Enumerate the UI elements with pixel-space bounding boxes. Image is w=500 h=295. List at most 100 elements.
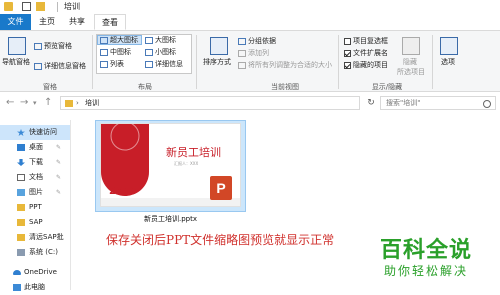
preview-pane-button[interactable]: 预览窗格 — [34, 41, 72, 51]
nav-label: PPT — [29, 203, 42, 211]
file-extensions-toggle[interactable]: 文件扩展名 — [344, 48, 388, 58]
tab-share[interactable]: 共享 — [62, 14, 92, 30]
tab-home[interactable]: 主页 — [33, 14, 61, 30]
title-bar: 培训 — [0, 0, 500, 14]
layout-xl-icons[interactable]: 超大图标 — [100, 35, 138, 45]
recent-chevron-icon[interactable]: ▾ — [33, 97, 37, 109]
nav-item-pictures[interactable]: 图片 ✎ — [0, 185, 70, 200]
layout-list[interactable]: 列表 — [100, 59, 124, 69]
desktop-icon — [17, 144, 25, 151]
fit-columns-icon — [238, 61, 246, 69]
hide-selected-icon — [402, 37, 420, 55]
nav-item-ppt[interactable]: PPT — [0, 200, 70, 215]
address-field[interactable]: › 培训 — [60, 96, 360, 110]
group-by-button[interactable]: 分组依据 — [238, 36, 276, 46]
refresh-icon[interactable]: ↻ — [364, 96, 378, 110]
checkbox[interactable] — [344, 61, 351, 69]
up-icon[interactable]: ↑ — [44, 97, 52, 109]
nav-item-desktop[interactable]: 桌面 ✎ — [0, 140, 70, 155]
forward-icon[interactable]: → — [20, 97, 28, 109]
nav-label: 文档 — [29, 173, 43, 181]
nav-item-documents[interactable]: 文档 ✎ — [0, 170, 70, 185]
nav-item-sap[interactable]: SAP — [0, 215, 70, 230]
window-title: 培训 — [64, 2, 80, 11]
nav-label: 图片 — [29, 188, 43, 196]
preview-pane-label: 预览窗格 — [44, 42, 72, 50]
new-folder-icon[interactable] — [36, 2, 45, 11]
nav-label: 桌面 — [29, 143, 43, 151]
nav-label: 下载 — [29, 158, 43, 166]
fit-columns-button[interactable]: 将所有列调整为合适的大小 — [238, 60, 332, 70]
group-label-layout: 布局 — [138, 83, 152, 91]
star-icon — [17, 129, 25, 136]
layout-medium-icons[interactable]: 中图标 — [100, 47, 131, 57]
address-path: 培训 — [85, 99, 99, 107]
tab-file[interactable]: 文件 — [0, 14, 31, 30]
hide-selected-button[interactable]: 隐藏 — [403, 57, 417, 67]
hidden-items-toggle[interactable]: 隐藏的项目 — [344, 60, 388, 70]
list-icon — [100, 60, 108, 68]
checkbox[interactable] — [344, 49, 351, 57]
layout-label: 详细信息 — [155, 60, 183, 68]
nav-label: SAP — [29, 218, 43, 226]
details-pane-label: 详细信息窗格 — [44, 62, 86, 70]
details-pane-icon — [34, 62, 42, 70]
add-column-button[interactable]: 添加列 — [238, 48, 269, 58]
checkbox-label: 文件扩展名 — [353, 49, 388, 57]
options-button[interactable]: 选项 — [441, 57, 455, 67]
layout-label: 超大图标 — [110, 36, 138, 44]
watermark-subtitle: 助你轻松解决 — [384, 264, 469, 278]
nav-label: 清远SAP批 — [29, 233, 64, 241]
add-column-icon — [238, 49, 246, 57]
group-label-panes: 窗格 — [43, 83, 57, 91]
document-icon — [17, 174, 25, 181]
slide-preview: P 新员工培训 汇报人：XXX 2018 — [100, 123, 241, 207]
fit-columns-label: 将所有列调整为合适的大小 — [248, 61, 332, 69]
address-bar-row: ← → ▾ ↑ › 培训 ↻ 搜索"培训" — [0, 92, 500, 114]
sort-icon — [210, 37, 228, 55]
layout-small-icons[interactable]: 小图标 — [145, 47, 176, 57]
nav-pane-icon — [8, 37, 26, 55]
nav-pane-button[interactable]: 导航窗格 — [2, 57, 30, 67]
pin-icon: ✎ — [56, 189, 62, 196]
annotation-caption: 保存关闭后PPT文件缩略图预览就显示正常 — [106, 233, 335, 247]
nav-item-this-pc[interactable]: 此电脑 — [0, 280, 70, 295]
picture-icon — [17, 189, 25, 196]
download-icon — [17, 159, 25, 166]
layout-details[interactable]: 详细信息 — [145, 59, 183, 69]
search-placeholder: 搜索"培训" — [386, 99, 421, 107]
navigation-pane: 快速访问 桌面 ✎ 下载 ✎ 文档 ✎ 图片 ✎ PPT SAP 清远SAP批 … — [0, 120, 71, 291]
tab-view[interactable]: 查看 — [94, 14, 126, 30]
nav-item-downloads[interactable]: 下载 ✎ — [0, 155, 70, 170]
group-by-icon — [238, 37, 246, 45]
sort-button[interactable]: 排序方式 — [203, 57, 231, 67]
add-column-label: 添加列 — [248, 49, 269, 57]
checkbox[interactable] — [344, 37, 351, 45]
separator — [196, 35, 197, 89]
hide-selected-button-line2: 所选项目 — [397, 68, 425, 76]
file-item-thumbnail[interactable]: P 新员工培训 汇报人：XXX 2018 — [95, 120, 246, 212]
chevron-right-icon[interactable]: › — [76, 98, 79, 109]
item-checkboxes-toggle[interactable]: 项目复选框 — [344, 36, 388, 46]
properties-icon[interactable] — [22, 2, 31, 11]
pin-icon: ✎ — [56, 174, 62, 181]
pin-icon: ✎ — [56, 159, 62, 166]
medium-icons-icon — [100, 48, 108, 56]
layout-label: 小图标 — [155, 48, 176, 56]
search-input[interactable]: 搜索"培训" — [380, 96, 496, 110]
options-icon — [440, 37, 458, 55]
file-name[interactable]: 新员工培训.pptx — [95, 214, 246, 224]
slide-title: 新员工培训 — [166, 146, 221, 159]
back-icon[interactable]: ← — [6, 97, 14, 109]
cloud-icon — [13, 270, 21, 275]
group-label-show-hide: 显示/隐藏 — [371, 83, 403, 91]
watermark-title: 百科全说 — [380, 238, 473, 263]
search-icon[interactable] — [483, 100, 491, 108]
layout-large-icons[interactable]: 大图标 — [145, 35, 176, 45]
details-pane-button[interactable]: 详细信息窗格 — [34, 61, 86, 71]
small-icons-icon — [145, 48, 153, 56]
nav-item-system-c[interactable]: 系统 (C:) — [0, 245, 70, 260]
nav-item-qingyuan-sap[interactable]: 清远SAP批 — [0, 230, 70, 245]
nav-item-quick-access[interactable]: 快速访问 — [0, 125, 70, 140]
nav-item-onedrive[interactable]: OneDrive — [0, 265, 70, 280]
